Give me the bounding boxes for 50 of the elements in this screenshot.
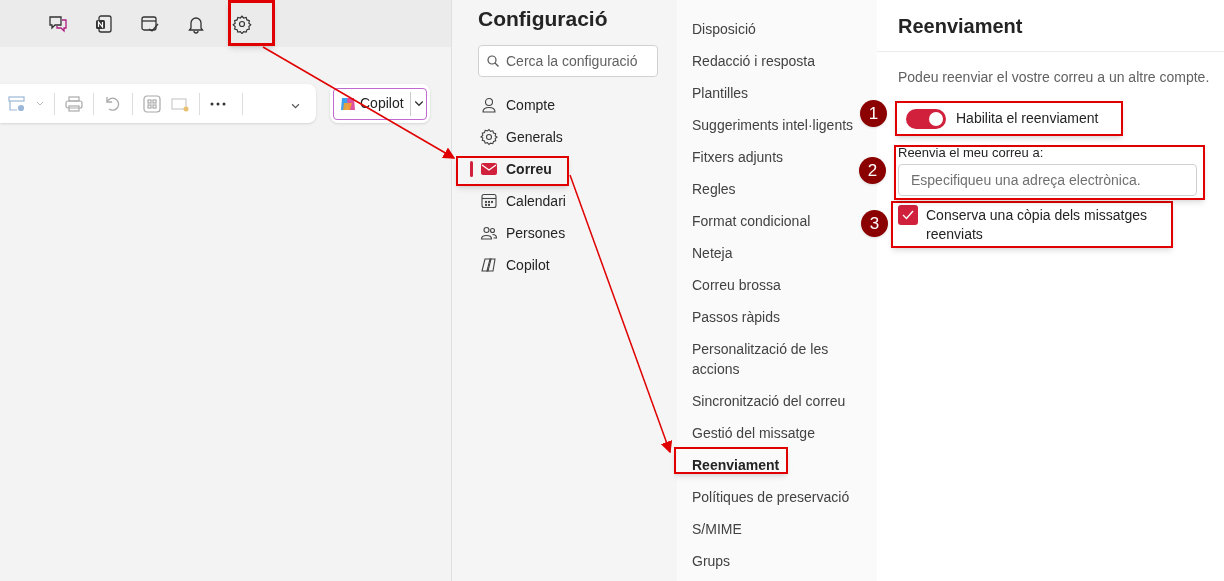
field-label: Reenvia el meu correu a: [898,145,1045,161]
person-icon [480,96,498,114]
envelope-icon [480,160,498,178]
more-icon[interactable] [210,101,226,106]
nav-item[interactable]: Compte [478,89,659,121]
highlight-box [228,0,275,46]
nav-item[interactable]: Generals [478,121,659,153]
nav-item[interactable]: Correu [478,153,659,185]
settings-icon[interactable] [232,13,252,34]
nav-item[interactable]: Copilot [478,249,659,281]
category-item[interactable]: Suggeriments intel·ligents [692,109,862,141]
people-icon [480,224,498,242]
copilot-icon [480,256,498,274]
toggle-switch[interactable] [906,108,946,129]
category-item[interactable]: Sincronització del correu [692,385,862,417]
description-text: Podeu reenviar el vostre correu a un altre compte. [898,68,1211,87]
notebook-icon[interactable] [94,13,114,34]
checkbox[interactable] [898,205,918,225]
panel-title: Reenviament [877,0,1224,52]
calendar-check-icon[interactable] [140,13,160,34]
check-icon [902,210,914,220]
category-item[interactable]: Neteja [692,237,862,269]
copilot-button[interactable]: Copilot [333,87,427,120]
category-item[interactable]: S/MIME [692,513,862,545]
category-item[interactable]: Personalització de les accions [692,333,862,385]
nav-item[interactable]: Persones [478,217,659,249]
category-item[interactable]: Redacció i resposta [692,45,862,77]
category-item[interactable]: Disposició [692,13,862,45]
category-item[interactable]: Plantilles [692,77,862,109]
search-field[interactable]: Cerca la configuració [478,45,658,77]
category-item[interactable]: Reenviament [692,449,862,481]
email-field[interactable]: Especifiqueu una adreça electrònica. [898,164,1197,196]
category-item[interactable]: Polítiques de preservació [692,481,862,513]
settings-icon [480,128,498,146]
category-item[interactable]: Fitxers adjunts [692,141,862,173]
category-item[interactable]: Format condicional [692,205,862,237]
category-item[interactable]: Regles [692,173,862,205]
chevron-down-icon[interactable] [291,102,300,111]
toggle-label: Habilita el reenviament [956,109,1099,128]
selection-bar [470,161,473,177]
category-item[interactable]: Passos ràpids [692,301,862,333]
checkbox-label: Conserva una còpia dels missatges reenviats [926,206,1148,244]
category-item[interactable]: Correu brossa [692,269,862,301]
category-item[interactable]: Grups [692,545,862,577]
calendar-icon [480,192,498,210]
category-item[interactable]: Gestió del missatge [692,417,862,449]
settings-title: Configuració [478,6,609,32]
chevron-down-icon[interactable] [413,98,424,109]
nav-item[interactable]: Calendari [478,185,659,217]
chat-icon[interactable] [48,13,68,34]
